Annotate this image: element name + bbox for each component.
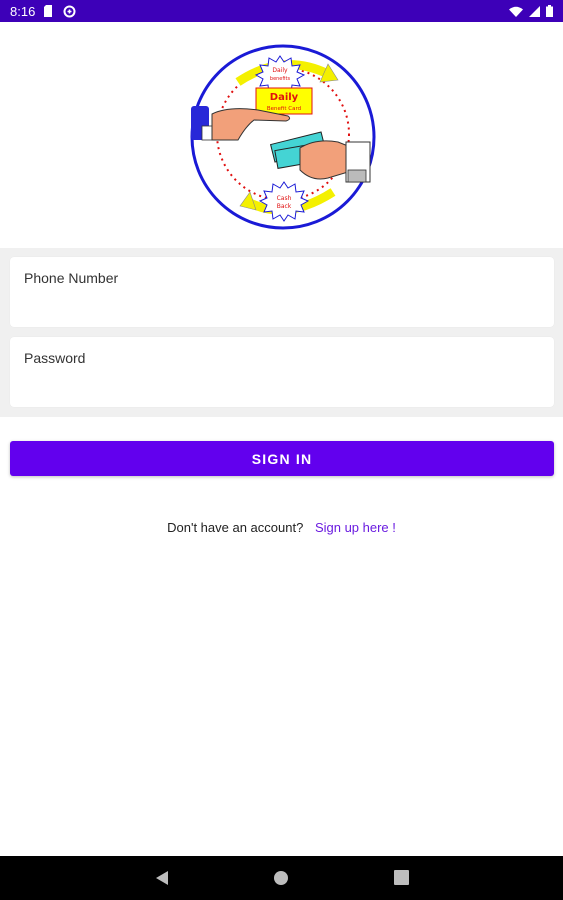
svg-text:Daily: Daily (272, 67, 288, 74)
navigation-bar (0, 856, 563, 900)
logo-title: Daily (270, 92, 299, 103)
battery-icon (546, 5, 553, 17)
status-time: 8:16 (10, 3, 36, 19)
sim-card-icon (44, 5, 54, 17)
signup-prompt: Don't have an account? (167, 520, 304, 535)
phone-number-field (10, 257, 554, 327)
back-icon[interactable] (155, 870, 169, 891)
signal-icon (529, 5, 540, 17)
signup-link[interactable]: Sign up here ! (315, 520, 396, 535)
data-saver-icon (63, 5, 76, 18)
signup-row: Don't have an account? Sign up here ! (0, 520, 563, 535)
recents-icon[interactable] (394, 870, 409, 890)
svg-text:benefits: benefits (270, 76, 291, 82)
wifi-icon (509, 6, 523, 17)
home-icon[interactable] (273, 870, 289, 891)
password-field (10, 337, 554, 407)
sign-in-button[interactable]: SIGN IN (10, 441, 554, 476)
password-input[interactable] (10, 337, 554, 407)
phone-number-input[interactable] (10, 257, 554, 327)
login-form (0, 248, 563, 417)
svg-text:Back: Back (277, 203, 292, 210)
status-bar: 8:16 (0, 0, 563, 22)
app-logo: Daily benefits Cash Back Daily Benefit C… (188, 42, 378, 232)
svg-text:Cash: Cash (277, 195, 292, 202)
logo-subtitle: Benefit Card (267, 106, 301, 112)
